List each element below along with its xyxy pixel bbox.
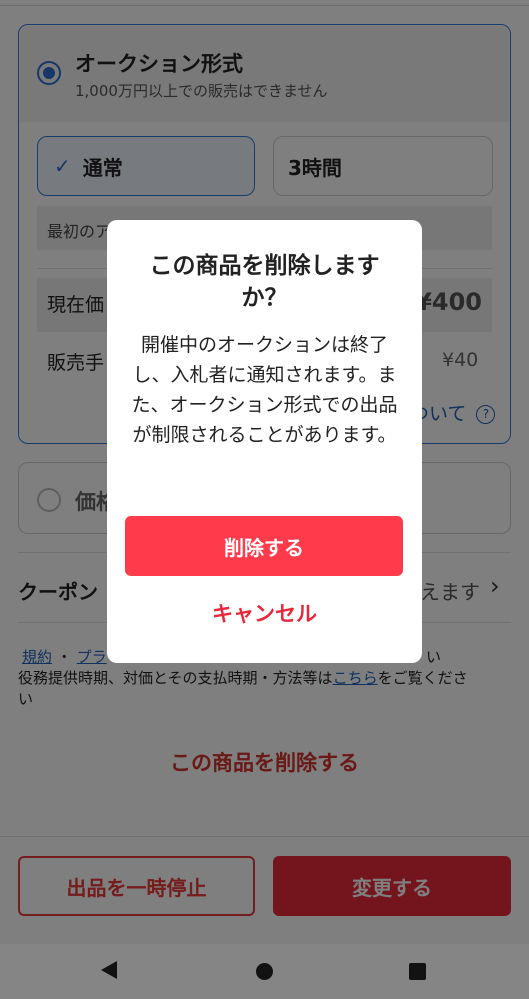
cancel-button[interactable]: キャンセル [107,598,422,628]
confirm-delete-button[interactable]: 削除する [125,516,403,576]
dialog-message: 開催中のオークションは終了し、入札者に通知されます。また、オークション形式での出… [131,334,398,446]
delete-confirm-dialog: この商品を削除しますか？ 開催中のオークションは終了し、入札者に通知されます。ま… [107,220,422,663]
nav-overlay [0,944,529,999]
dialog-title: この商品を削除しますか？ [149,253,380,311]
